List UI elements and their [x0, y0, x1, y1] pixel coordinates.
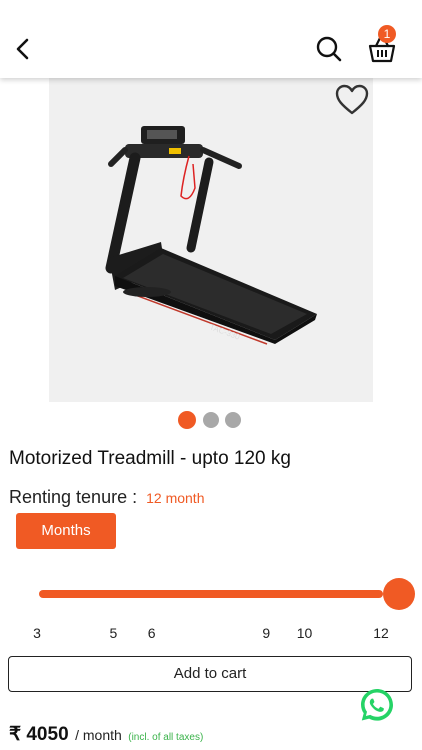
slider-tick-label: 10 [296, 625, 313, 641]
product-page: 1 TAC-330 Motorized Treadmill - upto 120… [0, 0, 422, 750]
carousel-dot-2[interactable] [203, 412, 219, 428]
slider-track[interactable] [39, 590, 383, 598]
tenure-label: Renting tenure : [9, 487, 138, 507]
slider-thumb[interactable] [383, 578, 415, 610]
tenure-value: 12 month [146, 490, 205, 506]
cart-count-badge: 1 [378, 25, 396, 43]
chevron-left-icon [16, 38, 29, 60]
slider-tick-label: 12 [373, 625, 389, 641]
app-header: 1 [0, 0, 422, 78]
tenure-row: Renting tenure : 12 month [9, 487, 204, 508]
slider-tick-label: 5 [109, 625, 118, 641]
tenure-slider[interactable] [39, 578, 415, 612]
treadmill-illustration: TAC-330 [105, 126, 317, 345]
whatsapp-icon [361, 689, 393, 721]
months-unit-button[interactable]: Months [16, 513, 116, 549]
product-image[interactable]: TAC-330 [49, 78, 373, 402]
price-value: ₹ 4050 [9, 724, 69, 745]
product-title: Motorized Treadmill - upto 120 kg [9, 448, 291, 469]
heart-outline-icon [335, 84, 369, 115]
favorite-button[interactable] [334, 83, 370, 117]
price-row: ₹ 4050 / month (incl. of all taxes) [9, 723, 203, 746]
whatsapp-button[interactable] [358, 686, 396, 724]
carousel-dot-1[interactable] [178, 411, 196, 429]
tax-note: (incl. of all taxes) [128, 732, 204, 743]
slider-tick-label: 6 [147, 625, 156, 641]
back-button[interactable] [10, 34, 36, 64]
price-period: / month [75, 727, 122, 743]
search-icon [316, 36, 342, 62]
add-to-cart-button[interactable]: Add to cart [8, 656, 412, 692]
carousel-dot-3[interactable] [225, 412, 241, 428]
search-button[interactable] [314, 34, 344, 64]
slider-tick-label: 3 [33, 625, 41, 641]
slider-tick-label: 9 [262, 625, 271, 641]
